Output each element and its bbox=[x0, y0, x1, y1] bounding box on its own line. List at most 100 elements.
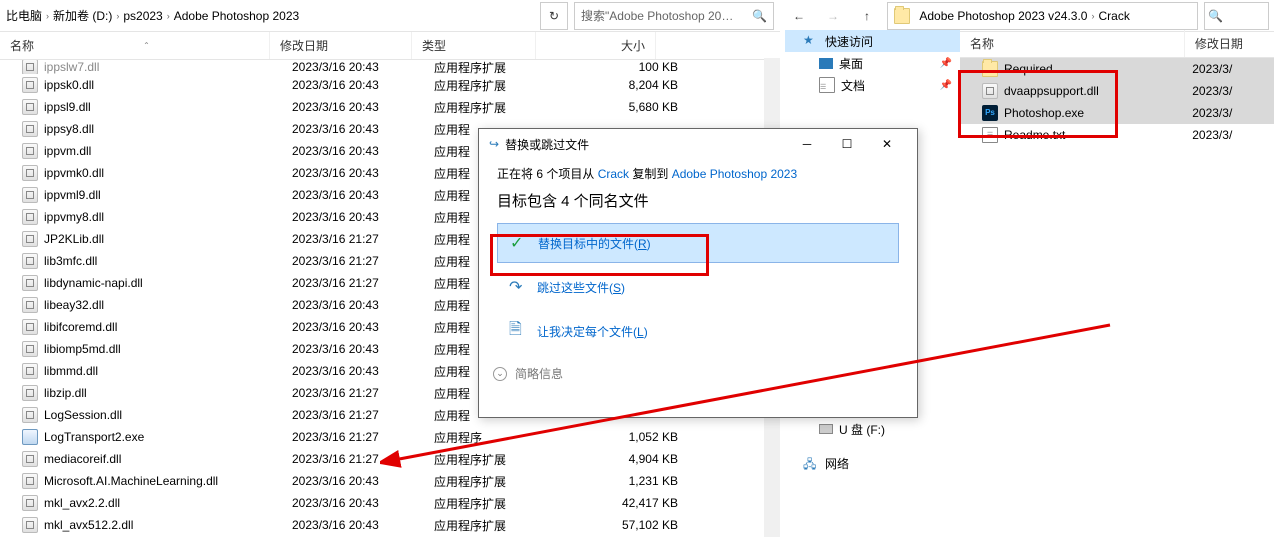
forward-button[interactable]: → bbox=[819, 2, 847, 30]
maximize-button[interactable]: ☐ bbox=[827, 130, 867, 158]
right-breadcrumb[interactable]: Adobe Photoshop 2023 v24.3.0› Crack bbox=[887, 2, 1198, 30]
chevron-down-icon: ⌄ bbox=[493, 367, 507, 381]
left-column-headers[interactable]: 名称 ⌃ 修改日期 类型 大小 bbox=[0, 32, 780, 60]
file-row[interactable]: LogTransport2.exe2023/3/16 21:27应用程序1,05… bbox=[0, 426, 780, 448]
file-date: 2023/3/ bbox=[1192, 84, 1274, 98]
dll-icon bbox=[22, 341, 38, 357]
file-name: ippsk0.dll bbox=[22, 77, 292, 93]
ps-icon: Ps bbox=[982, 105, 998, 121]
crumb[interactable]: Adobe Photoshop 2023 v24.3.0 bbox=[919, 9, 1087, 23]
dest-link[interactable]: Adobe Photoshop 2023 bbox=[672, 167, 797, 181]
crumb[interactable]: Crack bbox=[1098, 9, 1129, 23]
dialog-footer[interactable]: ⌄ 简略信息 bbox=[479, 355, 917, 382]
source-link[interactable]: Crack bbox=[598, 167, 629, 181]
sidebar-item-network[interactable]: 🖧 网络 bbox=[785, 452, 960, 474]
dll-icon bbox=[22, 187, 38, 203]
file-row[interactable]: Required2023/3/ bbox=[960, 58, 1274, 80]
dialog-copying-line: 正在将 6 个项目从 Crack 复制到 Adobe Photoshop 202… bbox=[497, 165, 899, 182]
file-date: 2023/3/16 21:27 bbox=[292, 386, 434, 400]
file-row[interactable]: mediacoreif.dll2023/3/16 21:27应用程序扩展4,90… bbox=[0, 448, 780, 470]
file-name: libifcoremd.dll bbox=[22, 319, 292, 335]
desktop-icon bbox=[819, 58, 833, 69]
file-name: Required bbox=[982, 61, 1192, 77]
documents-icon bbox=[819, 77, 835, 93]
file-row[interactable]: ippslw7.dll2023/3/16 20:43应用程序扩展100 KB bbox=[0, 60, 780, 74]
option-replace[interactable]: ✓ 替换目标中的文件(R) bbox=[497, 223, 899, 263]
sidebar-item-desktop[interactable]: 桌面 📌 bbox=[785, 52, 960, 74]
sidebar-item-documents[interactable]: 文档 📌 bbox=[785, 74, 960, 96]
file-name: libiomp5md.dll bbox=[22, 341, 292, 357]
close-button[interactable]: ✕ bbox=[867, 130, 907, 158]
dll-icon bbox=[22, 143, 38, 159]
file-name: LogSession.dll bbox=[22, 407, 292, 423]
file-name: ippvml9.dll bbox=[22, 187, 292, 203]
sidebar-item-quick-access[interactable]: ★ 快速访问 bbox=[785, 30, 960, 52]
crumb[interactable]: Adobe Photoshop 2023 bbox=[174, 9, 299, 23]
file-date: 2023/3/16 21:27 bbox=[292, 276, 434, 290]
left-address-bar: 比电脑› 新加卷 (D:)› ps2023› Adobe Photoshop 2… bbox=[0, 0, 780, 32]
file-row[interactable]: Readme.txt2023/3/ bbox=[960, 124, 1274, 146]
col-size[interactable]: 大小 bbox=[536, 32, 656, 59]
file-name: mkl_avx512.2.dll bbox=[22, 517, 292, 533]
col-date[interactable]: 修改日期 bbox=[270, 32, 412, 59]
crumb[interactable]: ps2023 bbox=[123, 9, 162, 23]
file-row[interactable]: dvaappsupport.dll2023/3/ bbox=[960, 80, 1274, 102]
dll-icon bbox=[22, 209, 38, 225]
file-name: libdynamic-napi.dll bbox=[22, 275, 292, 291]
file-row[interactable]: PsPhotoshop.exe2023/3/ bbox=[960, 102, 1274, 124]
right-content: 名称 修改日期 Required2023/3/dvaappsupport.dll… bbox=[960, 30, 1274, 146]
up-button[interactable]: ↑ bbox=[853, 2, 881, 30]
file-row[interactable]: ippsk0.dll2023/3/16 20:43应用程序扩展8,204 KB bbox=[0, 74, 780, 96]
right-address-bar: ← → ↑ Adobe Photoshop 2023 v24.3.0› Crac… bbox=[785, 0, 1274, 32]
file-name: Microsoft.AI.MachineLearning.dll bbox=[22, 473, 292, 489]
left-search-input[interactable]: 搜索"Adobe Photoshop 20… 🔍 bbox=[574, 2, 774, 30]
option-decide[interactable]: 🗎 让我决定每个文件(L) bbox=[497, 311, 899, 351]
dialog-title: 替换或跳过文件 bbox=[505, 136, 787, 153]
dll-icon bbox=[22, 473, 38, 489]
file-date: 2023/3/16 20:43 bbox=[292, 188, 434, 202]
back-button[interactable]: ← bbox=[785, 2, 813, 30]
file-date: 2023/3/16 20:43 bbox=[292, 320, 434, 334]
crumb[interactable]: 比电脑 bbox=[6, 7, 42, 24]
col-name[interactable]: 名称 ⌃ bbox=[0, 32, 270, 59]
dll-icon bbox=[22, 451, 38, 467]
search-icon: 🔍 bbox=[752, 9, 767, 23]
left-breadcrumb[interactable]: 比电脑› 新加卷 (D:)› ps2023› Adobe Photoshop 2… bbox=[0, 2, 534, 30]
crumb[interactable]: 新加卷 (D:) bbox=[53, 7, 112, 24]
right-column-headers[interactable]: 名称 修改日期 bbox=[960, 30, 1274, 58]
crumb-sep: › bbox=[116, 11, 119, 21]
col-type[interactable]: 类型 bbox=[412, 32, 536, 59]
dll-icon bbox=[22, 517, 38, 533]
file-name: ippsl9.dll bbox=[22, 99, 292, 115]
file-row[interactable]: mkl_avx512.2.dll2023/3/16 20:43应用程序扩展57,… bbox=[0, 514, 780, 536]
right-search-input[interactable]: 🔍 bbox=[1204, 2, 1269, 30]
col-name[interactable]: 名称 bbox=[960, 30, 1185, 57]
refresh-button[interactable]: ↻ bbox=[540, 2, 568, 30]
usb-icon bbox=[819, 424, 833, 434]
file-date: 2023/3/ bbox=[1192, 106, 1274, 120]
file-name: JP2KLib.dll bbox=[22, 231, 292, 247]
sidebar-item-drive-f[interactable]: U 盘 (F:) bbox=[785, 418, 960, 440]
option-skip[interactable]: ↷ 跳过这些文件(S) bbox=[497, 267, 899, 307]
file-name: PsPhotoshop.exe bbox=[982, 105, 1192, 121]
dialog-question: 目标包含 4 个同名文件 bbox=[497, 190, 899, 211]
dll-icon bbox=[22, 121, 38, 137]
file-row[interactable]: mkl_avx2.2.dll2023/3/16 20:43应用程序扩展42,41… bbox=[0, 492, 780, 514]
file-size: 42,417 KB bbox=[558, 496, 678, 510]
compare-icon: 🗎 bbox=[509, 318, 527, 345]
col-date[interactable]: 修改日期 bbox=[1185, 30, 1274, 57]
pin-icon: 📌 bbox=[940, 58, 952, 69]
file-name: ippvmk0.dll bbox=[22, 165, 292, 181]
sort-indicator-icon: ⌃ bbox=[143, 41, 150, 50]
dialog-icon: ↪ bbox=[489, 137, 499, 151]
file-name: libmmd.dll bbox=[22, 363, 292, 379]
file-row[interactable]: Microsoft.AI.MachineLearning.dll2023/3/1… bbox=[0, 470, 780, 492]
file-date: 2023/3/16 20:43 bbox=[292, 166, 434, 180]
dll-icon bbox=[22, 231, 38, 247]
right-file-list[interactable]: Required2023/3/dvaappsupport.dll2023/3/P… bbox=[960, 58, 1274, 146]
minimize-button[interactable]: ─ bbox=[787, 130, 827, 158]
file-row[interactable]: ippsl9.dll2023/3/16 20:43应用程序扩展5,680 KB bbox=[0, 96, 780, 118]
file-size: 5,680 KB bbox=[558, 100, 678, 114]
file-type: 应用程序扩展 bbox=[434, 517, 558, 534]
dll-icon bbox=[22, 297, 38, 313]
